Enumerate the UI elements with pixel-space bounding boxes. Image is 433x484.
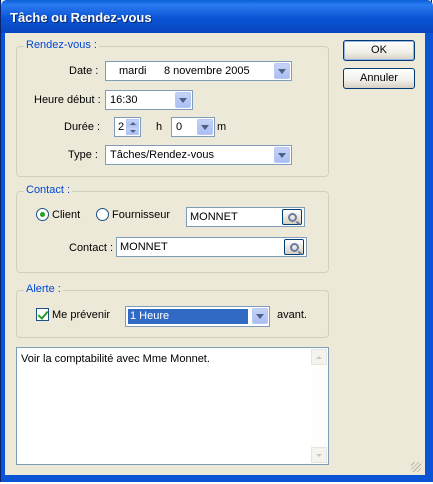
party-lookup-button[interactable] (282, 209, 302, 225)
date-day: mardi (119, 65, 147, 77)
heure-dropdown-button[interactable] (175, 92, 191, 108)
cancel-button[interactable]: Annuler (343, 68, 415, 89)
date-value: 8 novembre 2005 (164, 65, 250, 77)
type-dropdown-button[interactable] (274, 147, 290, 163)
duree-minutes-dropdown-button[interactable] (197, 119, 213, 135)
scroll-up-icon (316, 355, 322, 359)
duree-minutes-value: 0 (176, 121, 183, 133)
contact-field[interactable]: MONNET (116, 237, 307, 257)
title-bar[interactable]: Tâche ou Rendez-vous (1, 0, 433, 33)
alerte-delay-value: 1 Heure (128, 309, 248, 324)
party-field[interactable]: MONNET (186, 207, 305, 227)
heure-label: Heure début : (34, 94, 101, 106)
search-icon (289, 242, 299, 252)
alerte-delay-select[interactable]: 1 Heure (125, 306, 270, 327)
scroll-down-button[interactable] (311, 447, 327, 463)
rendezvous-legend: Rendez-vous : (24, 39, 99, 51)
chevron-down-icon (179, 97, 187, 103)
date-label: Date : (69, 65, 99, 77)
window-title: Tâche ou Rendez-vous (10, 10, 152, 25)
heure-select[interactable]: 16:30 (105, 90, 193, 110)
scroll-down-icon (316, 453, 322, 457)
search-icon (287, 212, 297, 222)
resize-grip-icon[interactable] (411, 462, 421, 472)
chevron-down-icon (201, 124, 209, 130)
type-value: Tâches/Rendez-vous (110, 149, 214, 161)
window-frame-bottom (1, 475, 433, 482)
chevron-down-icon (256, 313, 264, 319)
contact-value: MONNET (120, 241, 168, 253)
duree-minutes-select[interactable]: 0 (171, 117, 215, 137)
contact-lookup-button[interactable] (284, 239, 304, 255)
contact-legend: Contact : (24, 184, 73, 196)
type-label: Type : (68, 149, 98, 161)
window-frame-left (1, 33, 5, 482)
alerte-delay-dropdown-button[interactable] (252, 308, 268, 324)
heure-value: 16:30 (110, 94, 138, 106)
type-select[interactable]: Tâches/Rendez-vous (105, 145, 292, 165)
notes-text: Voir la comptabilité avec Mme Monnet. (21, 353, 210, 365)
prevenir-label[interactable]: Me prévenir (52, 309, 110, 321)
prevenir-checkbox[interactable] (36, 308, 49, 321)
notes-textarea[interactable]: Voir la comptabilité avec Mme Monnet. (16, 347, 329, 465)
party-value: MONNET (190, 211, 238, 223)
duree-hours-spinner[interactable]: 2 (114, 117, 141, 137)
contact-group: Contact : (16, 184, 329, 273)
stepper-down-icon[interactable] (126, 127, 139, 135)
duree-m-unit: m (217, 121, 227, 133)
window-frame-right (425, 33, 433, 482)
date-picker[interactable]: mardi 8 novembre 2005 (105, 61, 292, 81)
duree-hours-value: 2 (118, 121, 125, 133)
alerte-legend: Alerte : (24, 283, 63, 295)
fournisseur-radio[interactable] (96, 208, 109, 221)
chevron-down-icon (278, 68, 286, 74)
client-radio[interactable] (36, 208, 49, 221)
duree-label: Durée : (64, 121, 101, 133)
stepper-up-icon[interactable] (126, 119, 139, 127)
dialog-window: Tâche ou Rendez-vous Rendez-vous : Date … (0, 0, 433, 482)
ok-button[interactable]: OK (343, 40, 415, 61)
notes-scrollbar[interactable] (311, 349, 327, 463)
after-label: avant. (277, 309, 307, 321)
duree-h-unit: h (156, 121, 163, 133)
client-label[interactable]: Client (52, 209, 80, 221)
duree-hours-stepper[interactable] (126, 119, 139, 135)
chevron-down-icon (278, 152, 286, 158)
contact-label: Contact : (69, 242, 114, 254)
fournisseur-label[interactable]: Fournisseur (112, 209, 170, 221)
scroll-up-button[interactable] (311, 349, 327, 365)
date-dropdown-button[interactable] (274, 63, 290, 79)
